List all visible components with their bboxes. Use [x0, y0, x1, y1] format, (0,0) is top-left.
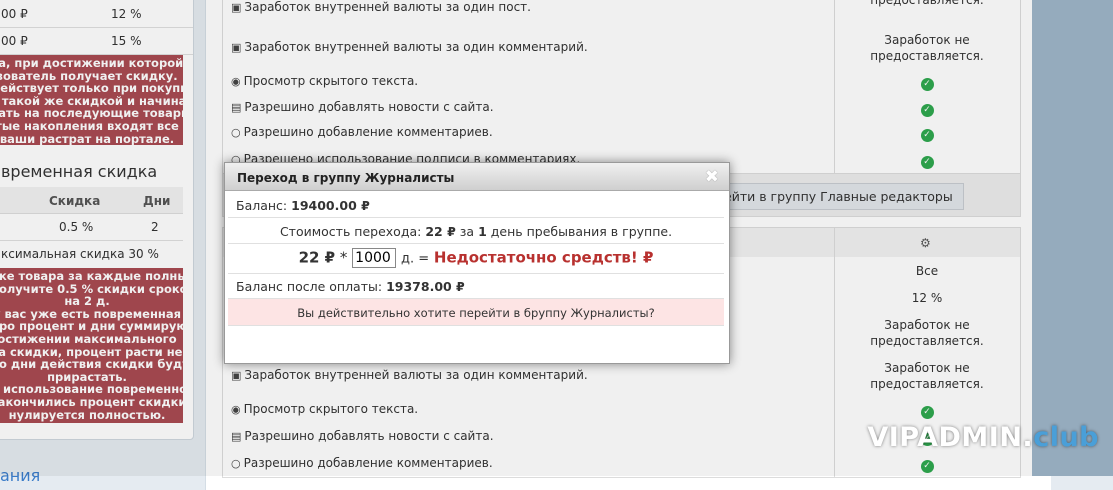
confirm-text: Вы действительно хотите перейти в бруппу… — [297, 306, 655, 320]
cost-days: 1 — [478, 224, 487, 239]
cost-mid: за — [459, 224, 475, 239]
dialog-header: Переход в группу Журналисты ✖ — [225, 163, 729, 191]
balance-label: Баланс: — [236, 198, 288, 213]
days-unit: д. = — [400, 251, 430, 267]
cost-row: Стоимость перехода: 22 ₽ за 1 день пребы… — [228, 218, 724, 244]
calc-price: 22 ₽ — [298, 248, 336, 267]
watermark-logo: VIPADMIN.club — [867, 422, 1099, 453]
after-value: 19378.00 ₽ — [386, 279, 465, 294]
balance-row: Баланс: 19400.00 ₽ — [228, 192, 724, 218]
group-transfer-dialog: Переход в группу Журналисты ✖ Баланс: 19… — [224, 162, 730, 364]
calculation-row: 22 ₽ * д. = Недостаточно средств! ₽ — [228, 244, 724, 274]
balance-value: 19400.00 ₽ — [291, 198, 370, 213]
calc-operator: * — [339, 248, 348, 267]
days-input[interactable] — [352, 248, 397, 268]
cost-price: 22 ₽ — [425, 224, 456, 239]
cost-prefix: Стоимость перехода: — [279, 224, 422, 239]
after-label: Баланс после оплаты: — [236, 279, 383, 294]
insufficient-funds-text: Недостаточно средств! ₽ — [433, 248, 654, 267]
confirm-row: Вы действительно хотите перейти в бруппу… — [228, 299, 724, 326]
close-icon[interactable]: ✖ — [705, 167, 719, 187]
cost-suffix: день пребывания в группе. — [490, 224, 673, 239]
after-payment-row: Баланс после оплаты: 19378.00 ₽ — [228, 274, 724, 299]
dialog-title: Переход в группу Журналисты — [237, 171, 455, 185]
